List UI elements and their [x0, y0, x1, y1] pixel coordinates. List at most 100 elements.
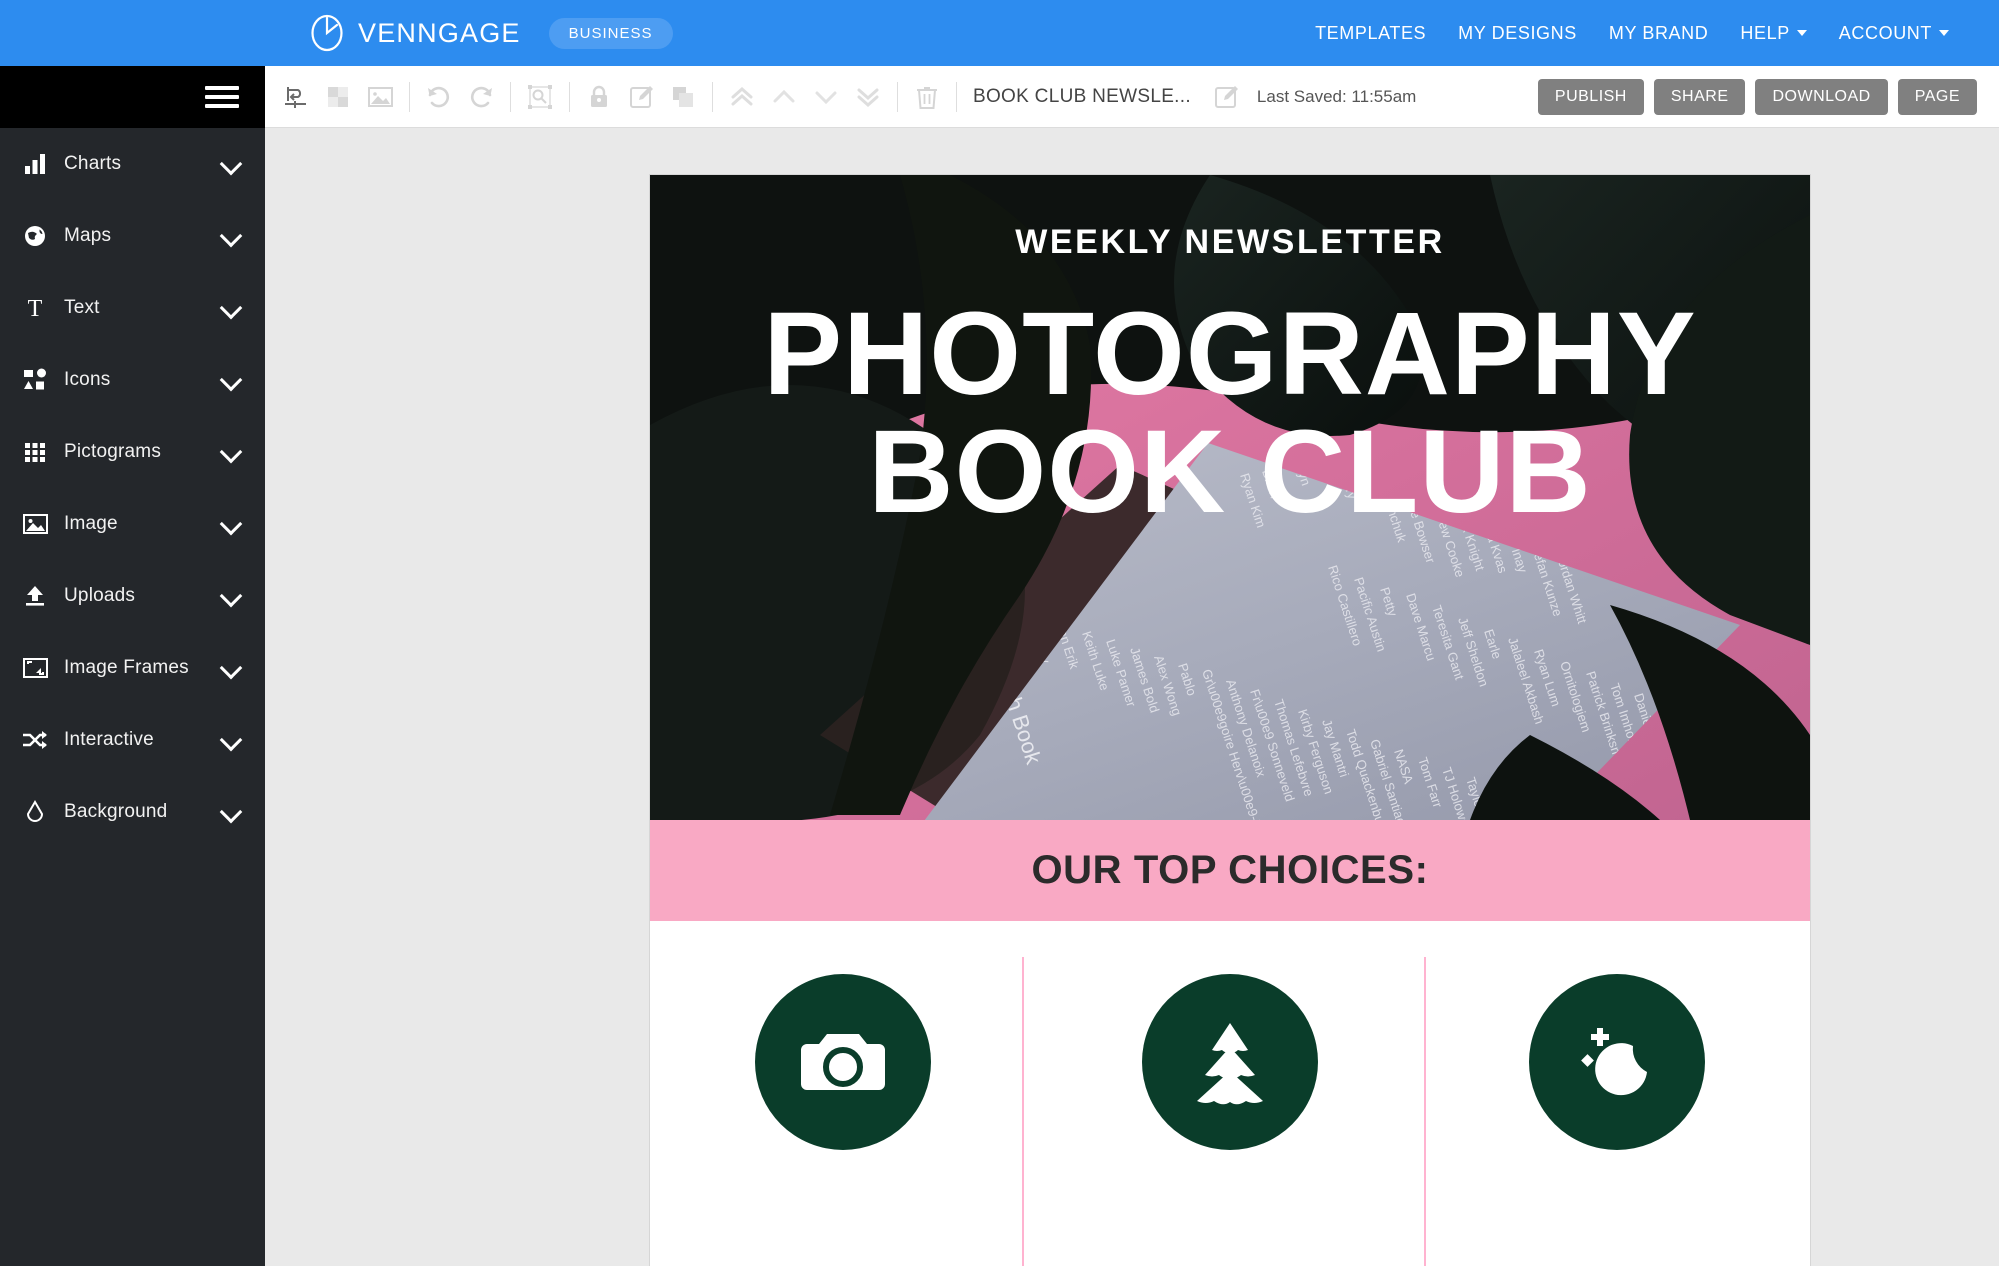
shuffle-arrows-icon — [14, 730, 56, 750]
document-title[interactable]: BOOK CLUB NEWSLE... — [973, 86, 1191, 108]
sidebar-item-label: Image — [64, 513, 118, 534]
hero-title[interactable]: PHOTOGRAPHY BOOK CLUB — [650, 295, 1810, 531]
choice-column-3[interactable] — [1423, 974, 1810, 1150]
chevron-down-icon[interactable] — [221, 442, 241, 462]
venngage-logo-icon — [311, 14, 343, 52]
nav-help[interactable]: HELP — [1740, 22, 1807, 44]
toolbar-group-align — [275, 76, 401, 118]
rename-pencil-icon[interactable] — [1205, 76, 1247, 118]
chevron-down-icon[interactable] — [221, 514, 241, 534]
toolbar-divider — [897, 81, 898, 112]
top-navigation-bar: VENNGAGE BUSINESS TEMPLATES MY DESIGNS M… — [0, 0, 1999, 66]
chevron-down-icon — [1939, 30, 1949, 36]
share-button[interactable]: SHARE — [1653, 79, 1746, 115]
bring-forward-icon[interactable] — [763, 76, 805, 118]
editor-toolbar: BOOK CLUB NEWSLE... Last Saved: 11:55am … — [265, 66, 1999, 128]
hero-title-line-2: BOOK CLUB — [868, 406, 1592, 538]
resize-frame-icon[interactable] — [519, 76, 561, 118]
image-icon[interactable] — [359, 76, 401, 118]
plan-badge: BUSINESS — [548, 17, 673, 49]
toolbar-divider — [409, 81, 410, 112]
lock-icon[interactable] — [578, 76, 620, 118]
top-choices-band[interactable]: OUR TOP CHOICES: — [650, 820, 1810, 921]
chevron-down-icon[interactable] — [221, 226, 241, 246]
column-divider — [1424, 957, 1426, 1266]
moon-stars-icon-badge[interactable] — [1528, 974, 1705, 1150]
download-button[interactable]: DOWNLOAD — [1755, 79, 1888, 115]
send-to-back-icon[interactable] — [847, 76, 889, 118]
sidebar-item-maps[interactable]: Maps — [0, 200, 265, 272]
chevron-down-icon[interactable] — [221, 658, 241, 678]
delete-trash-icon[interactable] — [906, 76, 948, 118]
hero-section[interactable]: Ryan Kim Birch Lyn Henry Pepeshchuk Jess… — [650, 175, 1810, 820]
nav-help-label: HELP — [1740, 22, 1790, 43]
hamburger-icon[interactable] — [205, 81, 239, 113]
align-icon[interactable] — [275, 76, 317, 118]
sidebar-item-text[interactable]: T Text — [0, 272, 265, 344]
design-page[interactable]: Ryan Kim Birch Lyn Henry Pepeshchuk Jess… — [650, 175, 1810, 1266]
grid-dots-icon — [14, 440, 56, 464]
column-divider — [1022, 957, 1024, 1266]
chevron-down-icon[interactable] — [221, 154, 241, 174]
send-backward-icon[interactable] — [805, 76, 847, 118]
choice-column-2[interactable] — [1037, 974, 1424, 1150]
sidebar-item-interactive[interactable]: Interactive — [0, 704, 265, 776]
sidebar-item-background[interactable]: Background — [0, 776, 265, 848]
sidebar-item-label: Maps — [64, 225, 112, 246]
chevron-down-icon[interactable] — [221, 802, 241, 822]
brand-area[interactable]: VENNGAGE BUSINESS — [310, 0, 673, 66]
sidebar-item-label: Interactive — [64, 729, 154, 750]
nav-account-label: ACCOUNT — [1838, 22, 1932, 43]
nav-my-brand[interactable]: MY BRAND — [1609, 23, 1709, 44]
globe-icon — [14, 224, 56, 248]
sidebar-item-label: Background — [64, 801, 168, 822]
top-nav-links: TEMPLATES MY DESIGNS MY BRAND HELP ACCOU… — [1315, 0, 1949, 66]
choice-column-1[interactable] — [650, 974, 1037, 1150]
toolbar-group-resize — [519, 76, 561, 118]
moon-stars-icon — [1580, 1028, 1647, 1096]
hero-title-line-1: PHOTOGRAPHY — [763, 288, 1697, 420]
nav-account[interactable]: ACCOUNT — [1839, 23, 1949, 44]
toolbar-divider — [956, 81, 957, 112]
edit-pencil-icon[interactable] — [620, 76, 662, 118]
chevron-down-icon — [1796, 30, 1807, 36]
canvas-workspace[interactable]: Ryan Kim Birch Lyn Henry Pepeshchuk Jess… — [265, 128, 1999, 1266]
toolbar-actions: PUBLISH SHARE DOWNLOAD PAGE — [1537, 66, 1977, 128]
sidebar-item-charts[interactable]: Charts — [0, 128, 265, 200]
toolbar-group-object — [578, 76, 704, 118]
page-button[interactable]: PAGE — [1897, 79, 1977, 115]
chevron-down-icon[interactable] — [221, 586, 241, 606]
bring-to-front-icon[interactable] — [721, 76, 763, 118]
choices-row — [650, 921, 1810, 1266]
text-t-icon: T — [14, 295, 56, 321]
sidebar-item-label: Pictograms — [64, 441, 162, 462]
top-choices-heading: OUR TOP CHOICES: — [1031, 848, 1429, 892]
toolbar-divider — [510, 81, 511, 112]
camera-icon — [801, 1034, 886, 1090]
sidebar-item-uploads[interactable]: Uploads — [0, 560, 265, 632]
duplicate-icon[interactable] — [662, 76, 704, 118]
nav-templates[interactable]: TEMPLATES — [1315, 23, 1426, 44]
nav-my-brand-label: MY BRAND — [1608, 22, 1709, 43]
sidebar-header — [0, 66, 265, 128]
chevron-down-icon[interactable] — [221, 298, 241, 318]
crop-replace-icon[interactable] — [317, 76, 359, 118]
nav-my-designs-label: MY DESIGNS — [1458, 22, 1577, 43]
svg-text:T: T — [28, 296, 43, 321]
sidebar-item-image-frames[interactable]: Image Frames — [0, 632, 265, 704]
chevron-down-icon[interactable] — [221, 370, 241, 390]
hero-eyebrow[interactable]: WEEKLY NEWSLETTER — [650, 223, 1810, 262]
upload-arrow-icon — [14, 584, 56, 608]
camera-icon-badge[interactable] — [755, 974, 932, 1150]
redo-icon[interactable] — [460, 76, 502, 118]
sidebar-item-icons[interactable]: Icons — [0, 344, 265, 416]
publish-button[interactable]: PUBLISH — [1537, 79, 1644, 115]
pine-tree-icon-badge[interactable] — [1141, 974, 1318, 1150]
sidebar-item-pictograms[interactable]: Pictograms — [0, 416, 265, 488]
sidebar-item-label: Icons — [64, 369, 111, 390]
nav-my-designs[interactable]: MY DESIGNS — [1458, 23, 1577, 44]
chevron-down-icon[interactable] — [221, 730, 241, 750]
sidebar-item-label: Charts — [64, 153, 122, 174]
undo-icon[interactable] — [418, 76, 460, 118]
sidebar-item-image[interactable]: Image — [0, 488, 265, 560]
